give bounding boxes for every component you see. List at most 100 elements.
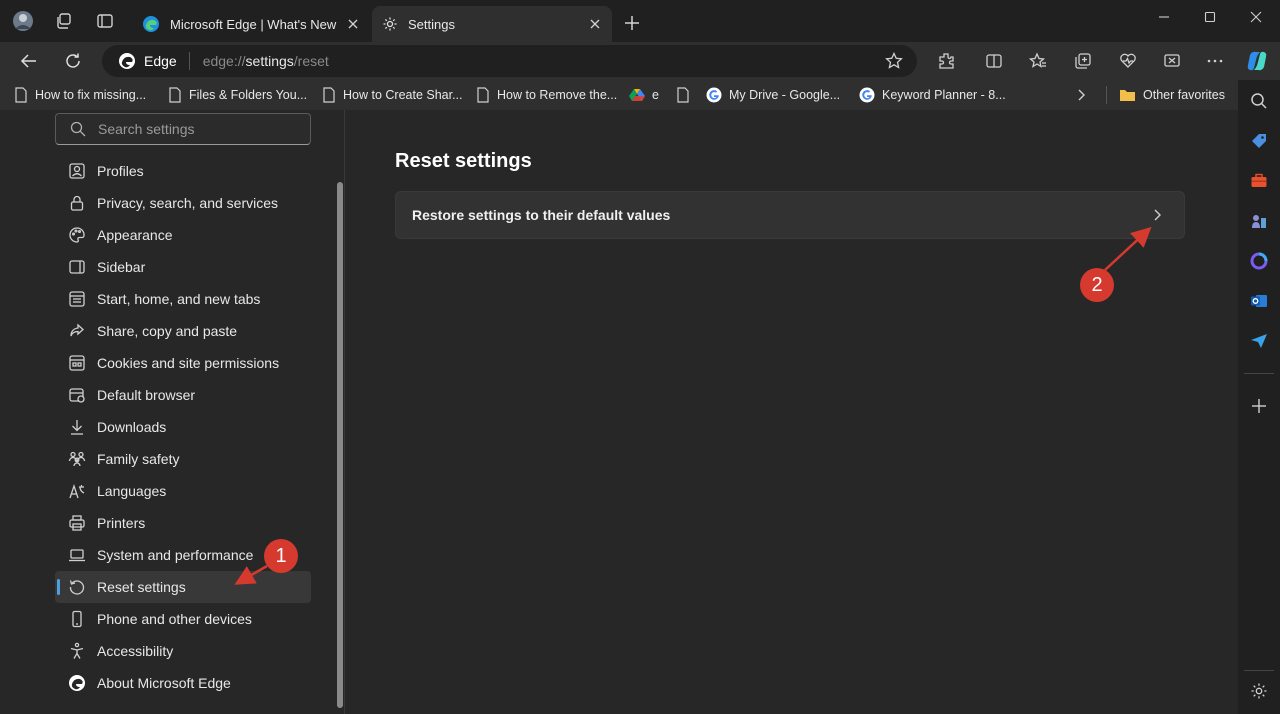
sidebar-item-label: Share, copy and paste (97, 323, 238, 339)
sidebar-item-privacy[interactable]: Privacy, search, and services (55, 187, 311, 219)
favorites-icon[interactable] (1024, 48, 1052, 74)
split-screen-icon[interactable] (980, 48, 1008, 74)
sidebar-item-phone-devices[interactable]: Phone and other devices (55, 603, 311, 635)
other-favorites[interactable]: Other favorites (1119, 85, 1225, 105)
sidebar-item-family-safety[interactable]: Family safety (55, 443, 311, 475)
sidebar-icon (67, 257, 87, 277)
back-arrow-icon[interactable] (15, 48, 43, 74)
drop-send-icon[interactable] (1248, 330, 1270, 352)
sidebar-item-appearance[interactable]: Appearance (55, 219, 311, 251)
minimize-icon[interactable] (1141, 0, 1187, 34)
sidebar-item-label: Start, home, and new tabs (97, 291, 261, 307)
sidebar-item-accessibility[interactable]: Accessibility (55, 635, 311, 667)
laptop-icon (67, 545, 87, 565)
sidebar-item-label: System and performance (97, 547, 254, 563)
sidebar-item-start-home[interactable]: Start, home, and new tabs (55, 283, 311, 315)
page-icon (677, 87, 689, 103)
profile-avatar[interactable] (12, 10, 34, 32)
copilot-icon[interactable] (1243, 48, 1271, 74)
cookie-icon (67, 353, 87, 373)
tab-whats-new[interactable]: Microsoft Edge | What's New (132, 6, 370, 42)
sidebar-item-about-edge[interactable]: About Microsoft Edge (55, 667, 311, 699)
close-tab-icon[interactable] (344, 15, 362, 33)
tab-settings[interactable]: Settings (372, 6, 612, 42)
workspaces-icon[interactable] (53, 10, 75, 32)
bookmarks-overflow-chevron-icon[interactable] (1075, 85, 1094, 105)
sidebar-divider (1244, 670, 1274, 671)
annotation-badge-1: 1 (264, 539, 298, 573)
bookmark-item[interactable]: Keyword Planner - 8... (859, 85, 1006, 105)
bookmark-item[interactable]: How to Create Shar... (322, 85, 463, 105)
gear-icon (382, 16, 398, 32)
sidebar-item-share-copy[interactable]: Share, copy and paste (55, 315, 311, 347)
maximize-icon[interactable] (1187, 0, 1233, 34)
games-chess-icon[interactable] (1248, 210, 1270, 232)
bookmark-item[interactable]: My Drive - Google... (706, 85, 840, 105)
sidebar-item-sidebar[interactable]: Sidebar (55, 251, 311, 283)
bookmark-item[interactable] (676, 85, 697, 105)
edge-logo-icon (142, 15, 160, 33)
browser-icon (67, 385, 87, 405)
language-icon (67, 481, 87, 501)
tab-title: Settings (408, 16, 455, 32)
new-tab-plus-icon[interactable] (621, 12, 643, 34)
sidebar-item-profiles[interactable]: Profiles (55, 155, 311, 187)
sidebar-item-label: Languages (97, 483, 167, 499)
shopping-tag-icon[interactable] (1248, 130, 1270, 152)
sidebar-item-default-browser[interactable]: Default browser (55, 379, 311, 411)
sidebar-item-languages[interactable]: Languages (55, 475, 311, 507)
sidebar-item-label: Profiles (97, 163, 144, 179)
address-bar[interactable]: Edge edge://settings/reset (102, 45, 917, 77)
add-plus-icon[interactable] (1248, 395, 1270, 417)
close-window-icon[interactable] (1233, 0, 1279, 34)
more-options-icon[interactable] (1201, 48, 1229, 74)
restore-defaults-card[interactable]: Restore settings to their default values (395, 191, 1185, 239)
browser-essentials-icon[interactable] (1114, 48, 1142, 74)
page-icon (15, 87, 27, 103)
tab-actions-icon[interactable] (94, 10, 116, 32)
settings-content: Search settings Profiles Privacy, search… (0, 110, 1238, 714)
search-icon[interactable] (1248, 90, 1270, 112)
url-rest: /reset (293, 53, 329, 69)
sidebar-item-cookies[interactable]: Cookies and site permissions (55, 347, 311, 379)
folder-icon (1120, 90, 1135, 101)
sidebar-item-label: Cookies and site permissions (97, 355, 280, 371)
sidebar-item-label: Family safety (97, 451, 180, 467)
extensions-icon[interactable] (932, 48, 960, 74)
sidebar-item-label: Privacy, search, and services (97, 195, 279, 211)
accessibility-icon (67, 641, 87, 661)
other-favorites-label: Other favorites (1143, 88, 1225, 102)
bookmark-item[interactable]: Files & Folders You... (168, 85, 307, 105)
copilot-small-icon[interactable] (1248, 250, 1270, 272)
sidebar-item-label: Downloads (97, 419, 167, 435)
tab-title: Microsoft Edge | What's New (170, 16, 337, 32)
sidebar-item-label: Appearance (97, 227, 173, 243)
bookmark-label: e (652, 88, 659, 102)
page-title: Reset settings (395, 150, 532, 172)
sidebar-settings-gear-icon[interactable] (1248, 680, 1270, 702)
sidebar-scrollbar[interactable] (337, 182, 343, 708)
bookmark-item[interactable]: e (629, 85, 659, 105)
chevron-right-icon[interactable] (1148, 206, 1166, 224)
sidebar-item-reset-settings[interactable]: Reset settings (55, 571, 311, 603)
sidebar-item-label: Printers (97, 515, 146, 531)
phone-icon (67, 609, 87, 629)
family-icon (67, 449, 87, 469)
bookmark-item[interactable]: How to fix missing... (14, 85, 146, 105)
sidebar-item-downloads[interactable]: Downloads (55, 411, 311, 443)
collections-icon[interactable] (1069, 48, 1097, 74)
search-icon (70, 121, 86, 137)
navigation-toolbar: Edge edge://settings/reset (0, 42, 1280, 80)
printer-icon (67, 513, 87, 533)
tools-briefcase-icon[interactable] (1248, 170, 1270, 192)
refresh-icon[interactable] (59, 48, 87, 74)
screenshot-icon[interactable] (1158, 48, 1186, 74)
bookmark-item[interactable]: How to Remove the... (476, 85, 617, 105)
favorite-star-icon[interactable] (885, 52, 903, 70)
sidebar-item-label: About Microsoft Edge (97, 675, 231, 691)
google-drive-icon (629, 89, 645, 101)
close-tab-icon[interactable] (586, 15, 604, 33)
search-settings-input[interactable]: Search settings (55, 113, 311, 145)
sidebar-item-printers[interactable]: Printers (55, 507, 311, 539)
outlook-icon[interactable] (1248, 290, 1270, 312)
